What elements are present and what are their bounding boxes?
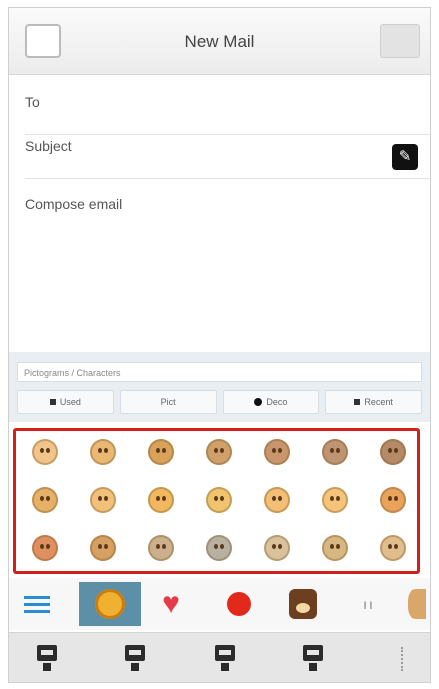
app-header: New Mail	[9, 8, 430, 75]
figures-icon[interactable]: ıı	[345, 582, 393, 626]
category-bar: ♥ ıı	[9, 578, 430, 630]
emoji-item[interactable]	[206, 487, 232, 513]
emoji-item[interactable]	[264, 487, 290, 513]
emoji-toolbar: Pictograms / Characters Used Pict Deco R…	[9, 352, 430, 422]
tab-recent[interactable]: Recent	[325, 390, 422, 414]
tab-used[interactable]: Used	[17, 390, 114, 414]
compose-placeholder: Compose email	[25, 196, 123, 212]
emoji-item[interactable]	[322, 487, 348, 513]
subject-label: Subject	[25, 138, 72, 154]
mail-screen: New Mail To Subject ✎ Compose email Pict…	[8, 7, 431, 683]
red-ball-icon[interactable]	[215, 582, 263, 626]
menu-icon[interactable]	[13, 582, 61, 626]
keyboard-icon[interactable]	[37, 645, 57, 671]
attach-icon[interactable]: ✎	[392, 144, 418, 170]
bottom-keys	[9, 632, 430, 682]
emoji-tabs: Used Pict Deco Recent	[17, 390, 422, 414]
emoji-item[interactable]	[148, 487, 174, 513]
emoji-hint: Pictograms / Characters	[17, 362, 422, 382]
tab-pict[interactable]: Pict	[119, 390, 217, 414]
overflow-icon[interactable]	[401, 647, 406, 671]
emoji-item[interactable]	[380, 487, 406, 513]
keyboard-icon[interactable]	[125, 645, 145, 671]
emoji-item[interactable]	[148, 535, 174, 561]
smiley-icon[interactable]	[79, 582, 141, 626]
compose-body[interactable]: Compose email	[25, 196, 430, 212]
subject-field[interactable]: Subject	[25, 138, 430, 179]
emoji-item[interactable]	[206, 535, 232, 561]
emoji-item[interactable]	[322, 535, 348, 561]
emoji-item[interactable]	[264, 439, 290, 465]
emoji-item[interactable]	[148, 439, 174, 465]
hint-text: Pictograms / Characters	[24, 368, 121, 378]
page-title: New Mail	[184, 32, 255, 51]
emoji-item[interactable]	[32, 535, 58, 561]
emoji-item[interactable]	[206, 439, 232, 465]
keyboard-icon[interactable]	[215, 645, 235, 671]
more-icon[interactable]	[403, 582, 430, 626]
emoji-item[interactable]	[380, 535, 406, 561]
tab-deco[interactable]: Deco	[222, 390, 320, 414]
emoji-item[interactable]	[32, 439, 58, 465]
keyboard-icon[interactable]	[303, 645, 323, 671]
emoji-item[interactable]	[90, 487, 116, 513]
send-button[interactable]	[380, 24, 420, 58]
to-field[interactable]: To	[25, 94, 430, 135]
emoji-item[interactable]	[322, 439, 348, 465]
emoji-item[interactable]	[90, 535, 116, 561]
heart-icon[interactable]: ♥	[147, 582, 195, 626]
to-label: To	[25, 94, 40, 110]
emoji-item[interactable]	[264, 535, 290, 561]
emoji-item[interactable]	[380, 439, 406, 465]
emoji-grid	[13, 428, 420, 574]
bear-icon[interactable]	[279, 582, 327, 626]
emoji-item[interactable]	[32, 487, 58, 513]
emoji-item[interactable]	[90, 439, 116, 465]
